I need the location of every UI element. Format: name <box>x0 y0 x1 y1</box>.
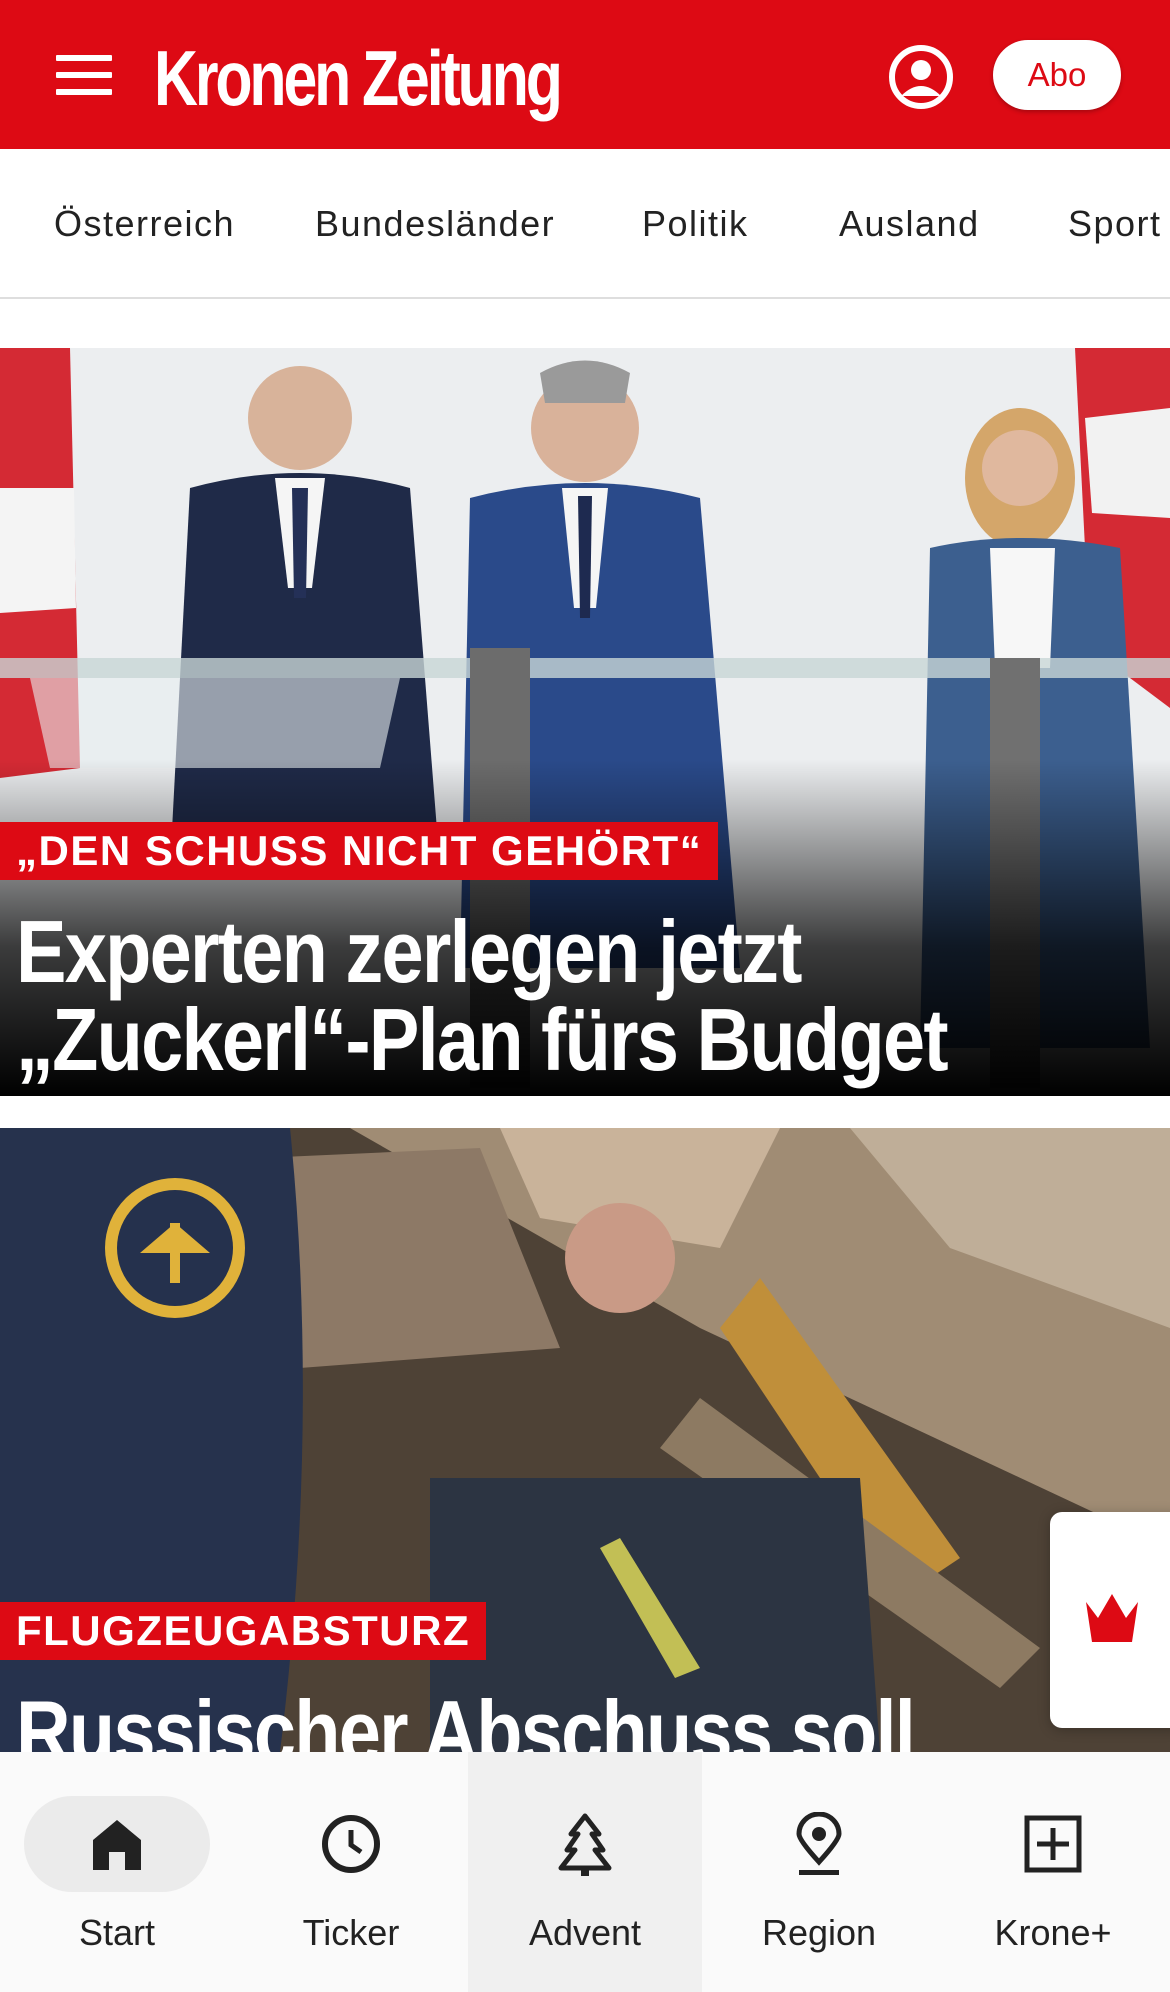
article-kicker: FLUGZEUGABSTURZ <box>0 1602 487 1660</box>
home-icon <box>93 1820 141 1870</box>
bottom-nav-label: Start <box>78 1912 156 1953</box>
hamburger-menu-icon[interactable] <box>56 55 112 95</box>
article-teaser-budget[interactable]: „DEN SCHUSS NICHT GEHÖRT“ Experten zerle… <box>0 348 1170 1096</box>
bottom-nav-label: Region <box>761 1912 877 1953</box>
bottom-nav-label: Ticker <box>302 1912 400 1953</box>
bottom-nav-krone-plus[interactable]: Krone+ <box>936 1752 1170 1992</box>
bottom-nav-ticker[interactable]: Ticker <box>234 1752 468 1992</box>
plus-box-icon <box>1024 1815 1082 1873</box>
nav-item-sport[interactable]: Sport <box>1068 203 1162 245</box>
article-kicker: „DEN SCHUSS NICHT GEHÖRT“ <box>0 822 719 880</box>
logo[interactable]: Kronen Zeitung <box>154 30 563 126</box>
nav-item-ausland[interactable]: Ausland <box>839 203 980 245</box>
krone-crown-icon <box>1086 1594 1138 1642</box>
user-circle-icon[interactable] <box>888 44 954 110</box>
nav-item-oesterreich[interactable]: Österreich <box>54 203 235 245</box>
article-teaser-flugzeugabsturz[interactable]: FLUGZEUGABSTURZ Russischer Abschuss soll <box>0 1128 1170 1752</box>
nav-item-bundeslaender[interactable]: Bundesländer <box>315 203 555 245</box>
subscribe-button[interactable]: Abo <box>993 40 1121 110</box>
app-header: Kronen Zeitung Abo <box>0 0 1170 149</box>
category-nav: Österreich Bundesländer Politik Ausland … <box>0 149 1170 299</box>
bottom-nav-start[interactable]: Start <box>0 1752 234 1992</box>
article-headline-line1: Russischer Abschuss soll <box>16 1682 916 1753</box>
bottom-nav-label: Krone+ <box>994 1912 1112 1953</box>
bottom-nav-region[interactable]: Region <box>702 1752 936 1992</box>
krone-side-tab[interactable] <box>1050 1512 1170 1728</box>
article-headline-line2: „Zuckerl“-Plan fürs Budget <box>16 990 949 1089</box>
bottom-navigation: Start Ticker Advent Region Krone+ <box>0 1752 1170 1992</box>
bottom-nav-label: Advent <box>528 1912 642 1953</box>
location-pin-icon <box>796 1812 842 1875</box>
bottom-nav-advent[interactable]: Advent <box>468 1752 702 1992</box>
nav-item-politik[interactable]: Politik <box>642 203 749 245</box>
tree-icon <box>558 1813 612 1876</box>
clock-icon <box>322 1815 380 1873</box>
article-headline-line1: Experten zerlegen jetzt <box>16 902 802 1001</box>
